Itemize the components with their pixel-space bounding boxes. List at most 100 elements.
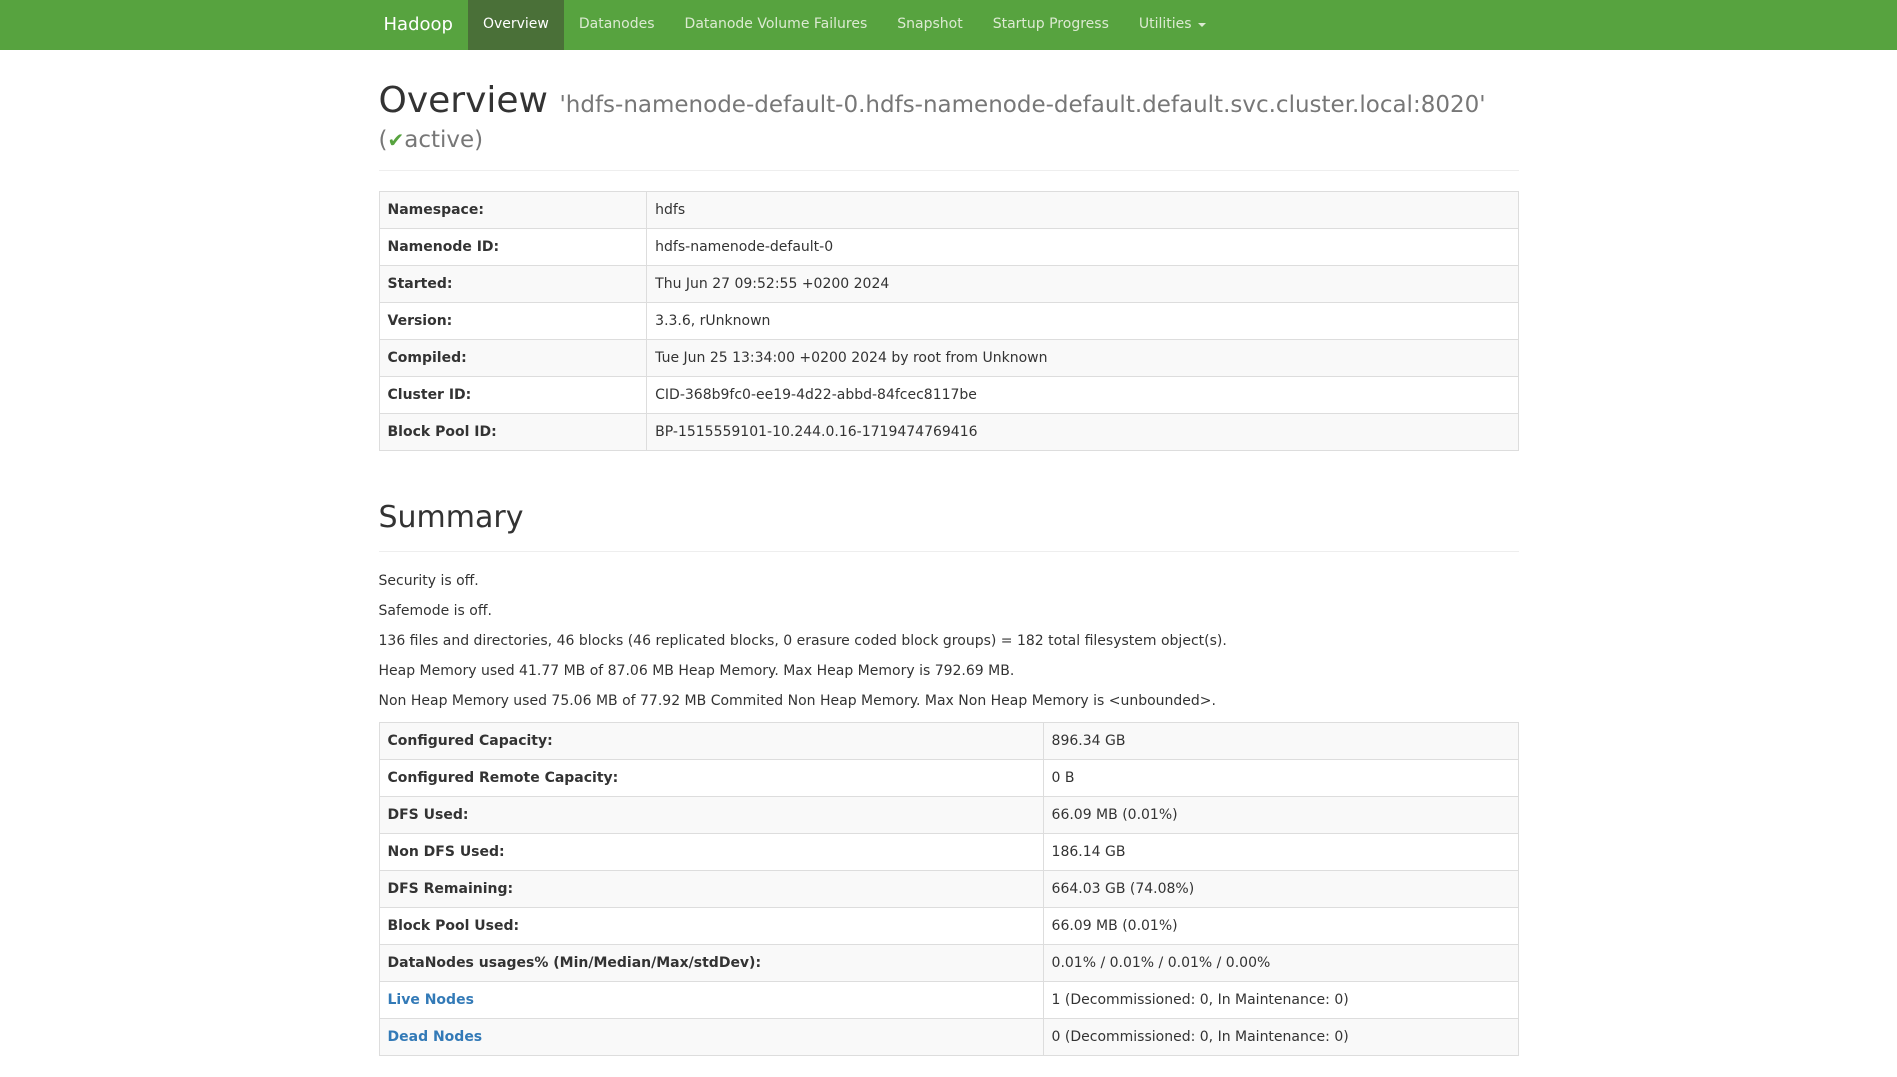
summary-paragraph: Heap Memory used 41.77 MB of 87.06 MB He… — [379, 662, 1519, 682]
row-value: 0.01% / 0.01% / 0.01% / 0.00% — [1043, 945, 1518, 982]
nav-item-label: Datanodes — [579, 15, 655, 35]
row-value: 0 (Decommissioned: 0, In Maintenance: 0) — [1043, 1019, 1518, 1056]
table-row: Block Pool Used: 66.09 MB (0.01%) — [379, 908, 1518, 945]
row-label-text: Block Pool Used: — [388, 918, 520, 934]
overview-table-body: Namespace: hdfs Namenode ID: hdfs-nameno… — [379, 191, 1518, 450]
summary-table: Configured Capacity: 896.34 GB Configure… — [379, 722, 1519, 1056]
table-row: Compiled: Tue Jun 25 13:34:00 +0200 2024… — [379, 339, 1518, 376]
navbar-container: Hadoop Overview Datanodes Datanode Volum… — [364, 0, 1534, 50]
nav-item[interactable]: Snapshot — [882, 0, 977, 50]
table-row: Version: 3.3.6, rUnknown — [379, 302, 1518, 339]
row-label-text: Non DFS Used: — [388, 844, 505, 860]
row-label-text: DataNodes usages% (Min/Median/Max/stdDev… — [388, 955, 762, 971]
row-label-text: Version: — [388, 313, 453, 329]
nav-utilities-wrap: Utilities — [1124, 0, 1221, 50]
row-value: 3.3.6, rUnknown — [647, 302, 1518, 339]
row-value: hdfs — [647, 191, 1518, 228]
namenode-status: (✔active) — [379, 127, 1519, 153]
table-row: Non DFS Used: 186.14 GB — [379, 834, 1518, 871]
summary-page-header: Summary — [379, 501, 1519, 553]
table-row: Configured Capacity: 896.34 GB — [379, 723, 1518, 760]
row-value: 66.09 MB (0.01%) — [1043, 797, 1518, 834]
row-label: Started: — [379, 265, 647, 302]
node-count-link[interactable]: Live Nodes — [388, 992, 474, 1008]
row-label-text: Started: — [388, 276, 453, 292]
row-label: Live Nodes — [379, 982, 1043, 1019]
nav-item-utilities[interactable]: Utilities — [1124, 0, 1221, 50]
page-title-text: Overview — [379, 80, 549, 121]
nav-item-label: Snapshot — [897, 15, 962, 35]
overview-table: Namespace: hdfs Namenode ID: hdfs-nameno… — [379, 191, 1519, 451]
row-value: 896.34 GB — [1043, 723, 1518, 760]
row-value: Tue Jun 25 13:34:00 +0200 2024 by root f… — [647, 339, 1518, 376]
table-row: Namespace: hdfs — [379, 191, 1518, 228]
summary-paragraph: Security is off. — [379, 572, 1519, 592]
row-label-text: Block Pool ID: — [388, 424, 497, 440]
navbar: Hadoop Overview Datanodes Datanode Volum… — [0, 0, 1897, 50]
row-label: Namespace: — [379, 191, 647, 228]
status-active-label: active) — [404, 127, 483, 153]
summary-paragraph: Non Heap Memory used 75.06 MB of 77.92 M… — [379, 692, 1519, 712]
table-row: Dead Nodes 0 (Decommissioned: 0, In Main… — [379, 1019, 1518, 1056]
row-value: Thu Jun 27 09:52:55 +0200 2024 — [647, 265, 1518, 302]
row-label: DFS Remaining: — [379, 871, 1043, 908]
row-label: Configured Capacity: — [379, 723, 1043, 760]
row-label: Block Pool Used: — [379, 908, 1043, 945]
table-row: DFS Used: 66.09 MB (0.01%) — [379, 797, 1518, 834]
row-label: Namenode ID: — [379, 228, 647, 265]
table-row: DFS Remaining: 664.03 GB (74.08%) — [379, 871, 1518, 908]
row-label: Compiled: — [379, 339, 647, 376]
nav-tabs: Overview Datanodes Datanode Volume Failu… — [468, 0, 1124, 50]
overview-page-header: Overview 'hdfs-namenode-default-0.hdfs-n… — [379, 80, 1519, 171]
row-label-text: Namespace: — [388, 202, 484, 218]
row-value: BP-1515559101-10.244.0.16-1719474769416 — [647, 413, 1518, 450]
check-icon: ✔ — [387, 128, 404, 152]
nav-item[interactable]: Datanodes — [564, 0, 670, 50]
row-value: 66.09 MB (0.01%) — [1043, 908, 1518, 945]
nav-item[interactable]: Datanode Volume Failures — [670, 0, 883, 50]
table-row: Configured Remote Capacity: 0 B — [379, 760, 1518, 797]
table-row: Live Nodes 1 (Decommissioned: 0, In Main… — [379, 982, 1518, 1019]
row-value: 0 B — [1043, 760, 1518, 797]
nav-item-label: Overview — [483, 15, 549, 35]
nav-item-label: Datanode Volume Failures — [685, 15, 868, 35]
row-label: Dead Nodes — [379, 1019, 1043, 1056]
summary-table-body: Configured Capacity: 896.34 GB Configure… — [379, 723, 1518, 1056]
row-label: DFS Used: — [379, 797, 1043, 834]
row-value: 186.14 GB — [1043, 834, 1518, 871]
row-label-text: Namenode ID: — [388, 239, 500, 255]
row-label-text: DFS Remaining: — [388, 881, 514, 897]
brand-hadoop[interactable]: Hadoop — [379, 0, 468, 50]
row-value: hdfs-namenode-default-0 — [647, 228, 1518, 265]
row-label-text: Compiled: — [388, 350, 467, 366]
page-title: Overview 'hdfs-namenode-default-0.hdfs-n… — [379, 80, 1519, 154]
row-label-text: Configured Remote Capacity: — [388, 770, 619, 786]
utilities-label: Utilities — [1139, 15, 1192, 35]
nav-item[interactable]: Overview — [468, 0, 564, 50]
row-label: DataNodes usages% (Min/Median/Max/stdDev… — [379, 945, 1043, 982]
nav-item-label: Startup Progress — [993, 15, 1109, 35]
row-label: Configured Remote Capacity: — [379, 760, 1043, 797]
node-count-link[interactable]: Dead Nodes — [388, 1029, 483, 1045]
chevron-down-icon — [1198, 23, 1206, 27]
table-row: Cluster ID: CID-368b9fc0-ee19-4d22-abbd-… — [379, 376, 1518, 413]
row-value: 1 (Decommissioned: 0, In Maintenance: 0) — [1043, 982, 1518, 1019]
summary-title: Summary — [379, 501, 1519, 536]
table-row: Started: Thu Jun 27 09:52:55 +0200 2024 — [379, 265, 1518, 302]
row-value: 664.03 GB (74.08%) — [1043, 871, 1518, 908]
row-label: Block Pool ID: — [379, 413, 647, 450]
table-row: Block Pool ID: BP-1515559101-10.244.0.16… — [379, 413, 1518, 450]
summary-paragraphs: Security is off. Safemode is off. 136 fi… — [379, 572, 1519, 712]
row-label-text: Cluster ID: — [388, 387, 472, 403]
summary-paragraph: 136 files and directories, 46 blocks (46… — [379, 632, 1519, 652]
summary-paragraph: Safemode is off. — [379, 602, 1519, 622]
row-label: Version: — [379, 302, 647, 339]
main-content: Overview 'hdfs-namenode-default-0.hdfs-n… — [364, 80, 1534, 1056]
namenode-address: 'hdfs-namenode-default-0.hdfs-namenode-d… — [559, 92, 1485, 118]
row-value: CID-368b9fc0-ee19-4d22-abbd-84fcec8117be — [647, 376, 1518, 413]
nav-item[interactable]: Startup Progress — [978, 0, 1124, 50]
table-row: DataNodes usages% (Min/Median/Max/stdDev… — [379, 945, 1518, 982]
row-label-text: DFS Used: — [388, 807, 469, 823]
row-label-text: Configured Capacity: — [388, 733, 553, 749]
row-label: Non DFS Used: — [379, 834, 1043, 871]
